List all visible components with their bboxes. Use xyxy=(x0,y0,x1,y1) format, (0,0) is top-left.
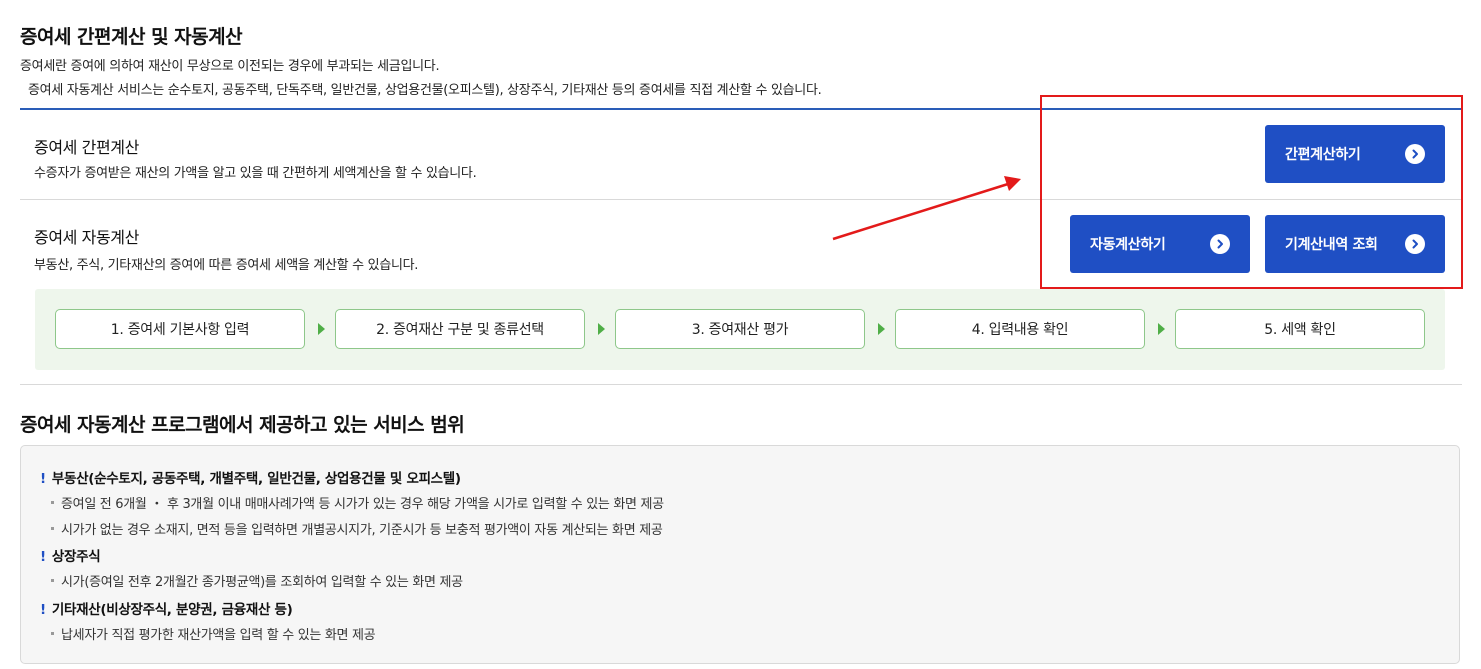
step-2: 2. 증여재산 구분 및 종류선택 xyxy=(335,309,585,349)
exclamation-icon: ! xyxy=(40,602,46,618)
triangle-right-icon xyxy=(318,323,325,335)
bullet-icon xyxy=(51,501,54,504)
scope-box: ! 부동산(순수토지, 공동주택, 개별주택, 일반건물, 상업용건물 및 오피스… xyxy=(20,445,1460,664)
chevron-right-circle-icon xyxy=(1210,234,1230,254)
step-3: 3. 증여재산 평가 xyxy=(615,309,865,349)
simple-calc-button-label: 간편계산하기 xyxy=(1285,147,1361,163)
scope-heading-stocks: ! 상장주식 xyxy=(40,545,101,565)
chevron-right-circle-icon xyxy=(1405,144,1425,164)
chevron-right-circle-icon xyxy=(1405,234,1425,254)
auto-calc-section: 증여세 자동계산 부동산, 주식, 기타재산의 증여에 따른 증여세 세액을 계… xyxy=(20,200,1462,385)
triangle-right-icon xyxy=(878,323,885,335)
bullet-icon xyxy=(51,632,54,635)
intro-text-2: 증여세 자동계산 서비스는 순수토지, 공동주택, 단독주택, 일반건물, 상업… xyxy=(28,83,822,98)
scope-heading-label: 상장주식 xyxy=(51,549,101,565)
scope-item-text: 시가(증여일 전후 2개월간 종가평균액)를 조회하여 입력할 수 있는 화면 … xyxy=(61,575,463,590)
scope-item: 시가(증여일 전후 2개월간 종가평균액)를 조회하여 입력할 수 있는 화면 … xyxy=(51,571,463,590)
intro-text-1: 증여세란 증여에 의하여 재산이 무상으로 이전되는 경우에 부과되는 세금입니… xyxy=(20,59,440,74)
triangle-right-icon xyxy=(598,323,605,335)
simple-calc-title: 증여세 간편계산 xyxy=(34,138,139,157)
simple-calc-desc: 수증자가 증여받은 재산의 가액을 알고 있을 때 간편하게 세액계산을 할 수… xyxy=(34,166,477,181)
scope-item: 납세자가 직접 평가한 재산가액을 입력 할 수 있는 화면 제공 xyxy=(51,624,376,643)
calc-history-button[interactable]: 기계산내역 조회 xyxy=(1265,215,1445,273)
scope-heading-realestate: ! 부동산(순수토지, 공동주택, 개별주택, 일반건물, 상업용건물 및 오피스… xyxy=(40,467,461,487)
steps-box: 1. 증여세 기본사항 입력 2. 증여재산 구분 및 종류선택 3. 증여재산… xyxy=(35,289,1445,370)
simple-calc-section: 증여세 간편계산 수증자가 증여받은 재산의 가액을 알고 있을 때 간편하게 … xyxy=(20,110,1462,200)
step-1: 1. 증여세 기본사항 입력 xyxy=(55,309,305,349)
page-title: 증여세 간편계산 및 자동계산 xyxy=(20,26,243,48)
scope-heading-other: ! 기타재산(비상장주식, 분양권, 금융재산 등) xyxy=(40,598,293,618)
scope-title: 증여세 자동계산 프로그램에서 제공하고 있는 서비스 범위 xyxy=(20,414,465,436)
step-5: 5. 세액 확인 xyxy=(1175,309,1425,349)
triangle-right-icon xyxy=(1158,323,1165,335)
exclamation-icon: ! xyxy=(40,471,46,487)
auto-calc-button[interactable]: 자동계산하기 xyxy=(1070,215,1250,273)
scope-heading-label: 기타재산(비상장주식, 분양권, 금융재산 등) xyxy=(51,602,293,618)
bullet-icon xyxy=(51,579,54,582)
calc-history-button-label: 기계산내역 조회 xyxy=(1285,237,1378,253)
auto-calc-desc: 부동산, 주식, 기타재산의 증여에 따른 증여세 세액을 계산할 수 있습니다… xyxy=(34,258,419,273)
scope-item: 증여일 전 6개월 ・ 후 3개월 이내 매매사례가액 등 시가가 있는 경우 … xyxy=(51,493,664,512)
auto-calc-button-label: 자동계산하기 xyxy=(1090,237,1166,253)
scope-item-text: 증여일 전 6개월 ・ 후 3개월 이내 매매사례가액 등 시가가 있는 경우 … xyxy=(61,497,664,512)
bullet-icon xyxy=(51,527,54,530)
auto-calc-title: 증여세 자동계산 xyxy=(34,228,139,247)
scope-item-text: 납세자가 직접 평가한 재산가액을 입력 할 수 있는 화면 제공 xyxy=(61,628,376,643)
scope-item-text: 시가가 없는 경우 소재지, 면적 등을 입력하면 개별공시지가, 기준시가 등… xyxy=(61,523,663,538)
simple-calc-button[interactable]: 간편계산하기 xyxy=(1265,125,1445,183)
scope-item: 시가가 없는 경우 소재지, 면적 등을 입력하면 개별공시지가, 기준시가 등… xyxy=(51,519,663,538)
exclamation-icon: ! xyxy=(40,549,46,565)
scope-heading-label: 부동산(순수토지, 공동주택, 개별주택, 일반건물, 상업용건물 및 오피스텔… xyxy=(51,471,461,487)
step-4: 4. 입력내용 확인 xyxy=(895,309,1145,349)
